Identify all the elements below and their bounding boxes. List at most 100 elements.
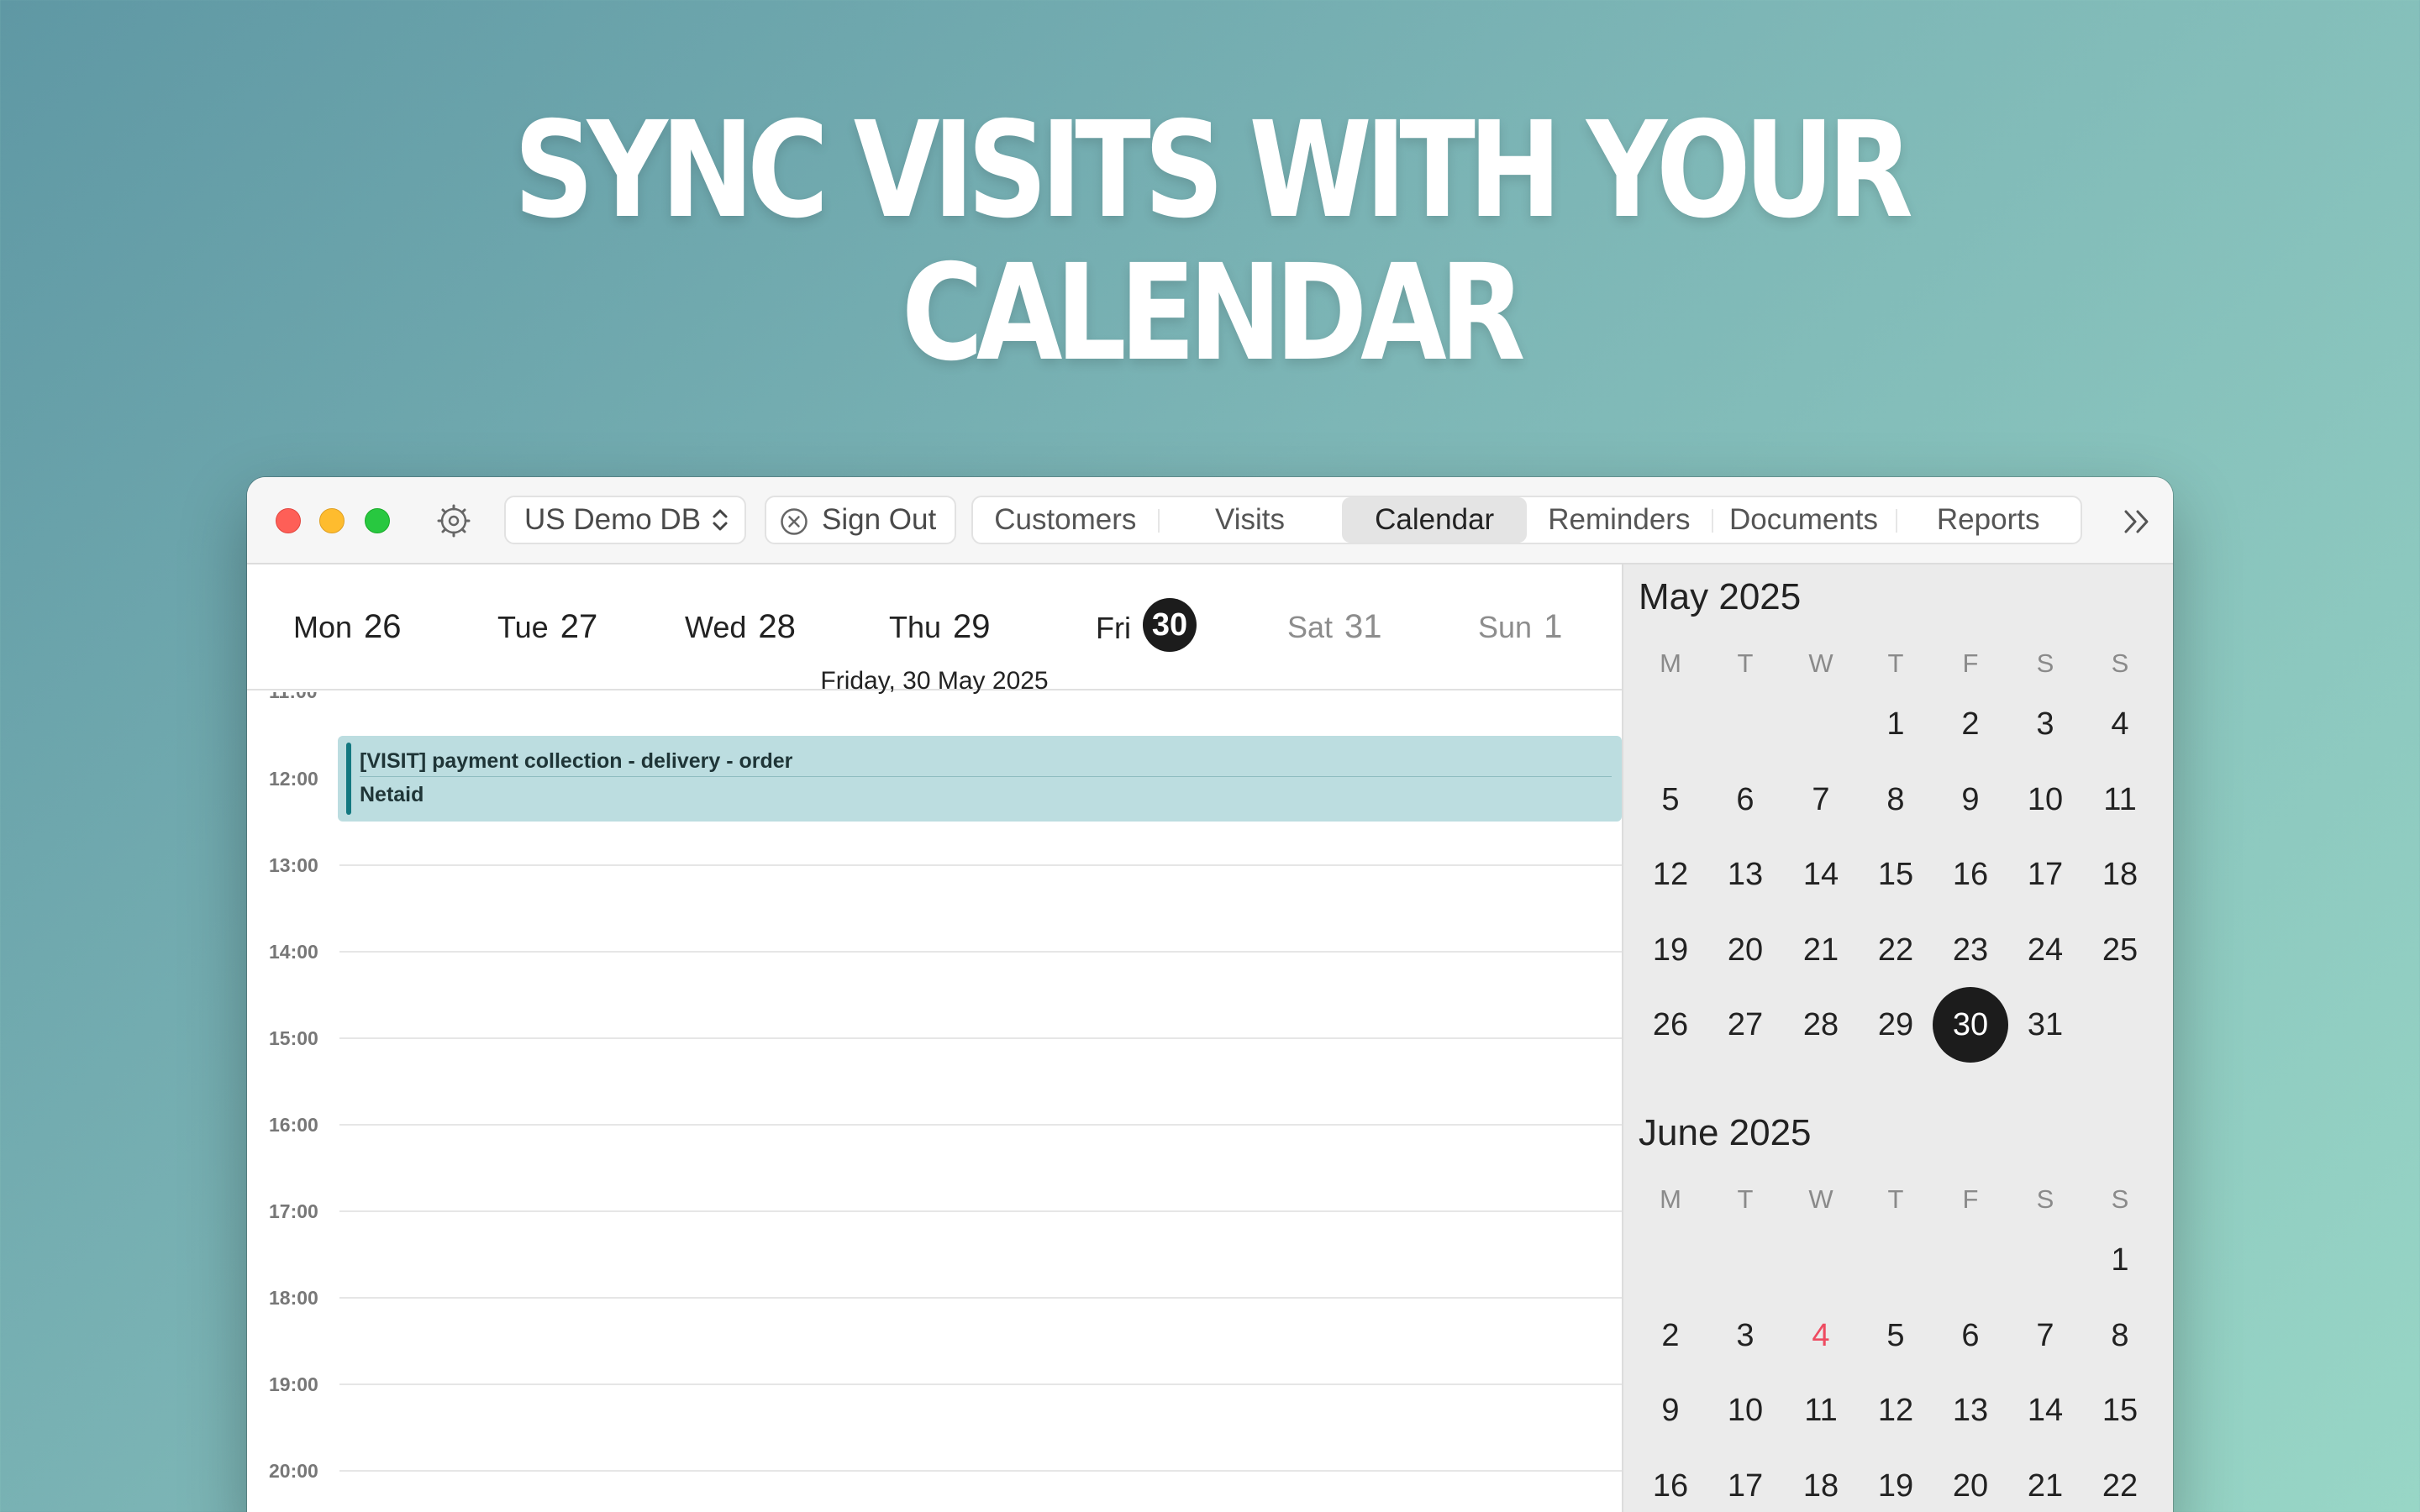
calendar-day[interactable]: 17 [2007, 844, 2083, 905]
calendar-day[interactable]: 9 [1633, 1380, 1708, 1441]
calendar-day[interactable]: 28 [1783, 995, 1859, 1055]
tab-documents[interactable]: Documents [1711, 497, 1897, 543]
day-sun[interactable]: Sun 1 [1478, 608, 1562, 659]
hour-label: 15:00 [269, 1027, 318, 1049]
calendar-day[interactable]: 22 [1858, 920, 1933, 980]
day-tue[interactable]: Tue 27 [497, 608, 597, 659]
calendar-day[interactable]: 22 [2082, 1456, 2158, 1512]
calendar-day[interactable]: 11 [2082, 769, 2158, 830]
calendar-day[interactable]: 8 [2082, 1305, 2158, 1366]
calendar-day[interactable]: 13 [1933, 1380, 2008, 1441]
calendar-day[interactable]: 14 [1783, 844, 1859, 905]
sign-out-button[interactable]: Sign Out [765, 496, 956, 544]
calendar-day[interactable]: 19 [1858, 1456, 1933, 1512]
weekday-header: S [2111, 648, 2129, 678]
calendar-day[interactable]: 25 [2082, 920, 2158, 980]
up-down-chevron-icon [713, 509, 728, 531]
calendar-day[interactable]: 2 [1633, 1305, 1708, 1366]
calendar-day[interactable]: 8 [1858, 769, 1933, 830]
main-nav: Customers Visits Calendar Reminders Docu… [971, 496, 2082, 544]
day-name: Sun [1478, 610, 1533, 644]
calendar-day[interactable]: 31 [2007, 995, 2083, 1055]
hour-gridline [339, 1470, 1622, 1472]
calendar-day[interactable]: 9 [1933, 769, 2008, 830]
double-chevron-right-icon[interactable] [2121, 507, 2154, 536]
calendar-day[interactable]: 18 [2082, 844, 2158, 905]
calendar-day[interactable]: 20 [1707, 920, 1783, 980]
calendar-day[interactable]: 16 [1933, 844, 2008, 905]
tab-visits[interactable]: Visits [1157, 497, 1343, 543]
tab-reminders[interactable]: Reminders [1527, 497, 1712, 543]
close-window-button[interactable] [276, 508, 301, 533]
weekday-header: S [2111, 1184, 2129, 1214]
calendar-day[interactable]: 5 [1633, 769, 1708, 830]
day-thu[interactable]: Thu 29 [889, 608, 991, 659]
calendar-day[interactable]: 2 [1933, 694, 2008, 754]
calendar-day[interactable]: 1 [2082, 1230, 2158, 1290]
calendar-day[interactable]: 29 [1858, 995, 1933, 1055]
calendar-day[interactable]: 12 [1633, 844, 1708, 905]
calendar-day[interactable]: 5 [1858, 1305, 1933, 1366]
database-selector[interactable]: US Demo DB [504, 496, 746, 544]
calendar-day[interactable]: 1 [1858, 694, 1933, 754]
calendar-day[interactable]: 16 [1633, 1456, 1708, 1512]
calendar-day[interactable]: 14 [2007, 1380, 2083, 1441]
calendar-day[interactable]: 6 [1933, 1305, 2008, 1366]
day-fri-today[interactable]: Fri 30 [1096, 598, 1197, 659]
hour-gridline [339, 1383, 1622, 1385]
calendar-day[interactable]: 4 [2082, 694, 2158, 754]
selected-calendar-day[interactable]: 30 [1933, 987, 2008, 1063]
day-mon[interactable]: Mon 26 [293, 608, 402, 659]
hour-label: 18:00 [269, 1287, 318, 1309]
hour-gridline [339, 1037, 1622, 1039]
calendar-day[interactable]: 21 [2007, 1456, 2083, 1512]
calendar-day[interactable]: 7 [1783, 769, 1859, 830]
day-sat[interactable]: Sat 31 [1287, 608, 1382, 659]
calendar-day[interactable]: 3 [1707, 1305, 1783, 1366]
day-number: 27 [560, 608, 598, 645]
calendar-day[interactable]: 20 [1933, 1456, 2008, 1512]
weekday-header: M [1660, 1184, 1681, 1214]
day-number: 29 [953, 608, 991, 645]
calendar-day[interactable]: 15 [1858, 844, 1933, 905]
hour-label: 19:00 [269, 1373, 318, 1395]
minimize-window-button[interactable] [319, 508, 345, 533]
zoom-window-button[interactable] [365, 508, 390, 533]
hour-label: 14:00 [269, 941, 318, 963]
hour-label: 11:00 [269, 692, 345, 703]
tab-calendar[interactable]: Calendar [1342, 497, 1528, 543]
calendar-day[interactable]: 7 [2007, 1305, 2083, 1366]
settings-gear-icon[interactable] [437, 504, 471, 538]
tab-reports[interactable]: Reports [1896, 497, 2081, 543]
calendar-day[interactable]: 3 [2007, 694, 2083, 754]
weekday-header: T [1737, 648, 1754, 678]
calendar-event[interactable]: [VISIT] payment collection - delivery - … [338, 736, 1622, 822]
calendar-day[interactable]: 6 [1707, 769, 1783, 830]
calendar-day[interactable]: 10 [2007, 769, 2083, 830]
calendar-day[interactable]: 17 [1707, 1456, 1783, 1512]
month-title: June 2025 [1639, 1112, 1812, 1153]
calendar-day[interactable]: 12 [1858, 1380, 1933, 1441]
calendar-day[interactable]: 19 [1633, 920, 1708, 980]
calendar-day[interactable]: 27 [1707, 995, 1783, 1055]
calendar-day[interactable]: 18 [1783, 1456, 1859, 1512]
day-wed[interactable]: Wed 28 [685, 608, 796, 659]
calendar-day[interactable]: 21 [1783, 920, 1859, 980]
weekday-header: F [1962, 1184, 1979, 1214]
calendar-day[interactable]: 26 [1633, 995, 1708, 1055]
calendar-day[interactable]: 10 [1707, 1380, 1783, 1441]
calendar-day[interactable]: 23 [1933, 920, 2008, 980]
calendar-day[interactable]: 15 [2082, 1380, 2158, 1441]
calendar-day[interactable]: 13 [1707, 844, 1783, 905]
calendar-day[interactable]: 4 [1783, 1305, 1859, 1366]
weekday-header: W [1808, 1184, 1833, 1214]
tab-customers[interactable]: Customers [973, 497, 1158, 543]
day-timeline[interactable]: 11:00 12:00 13:00 14:00 15:00 16:00 17:0… [247, 692, 1622, 1512]
headline: SYNC VISITS WITH YOUR CALENDAR [513, 93, 1913, 391]
calendar-day[interactable]: 11 [1783, 1380, 1859, 1441]
day-name: Wed [685, 610, 747, 644]
calendar-day[interactable]: 24 [2007, 920, 2083, 980]
day-name: Tue [497, 610, 549, 644]
weekday-header: W [1808, 648, 1833, 678]
database-selector-label: US Demo DB [524, 503, 702, 536]
